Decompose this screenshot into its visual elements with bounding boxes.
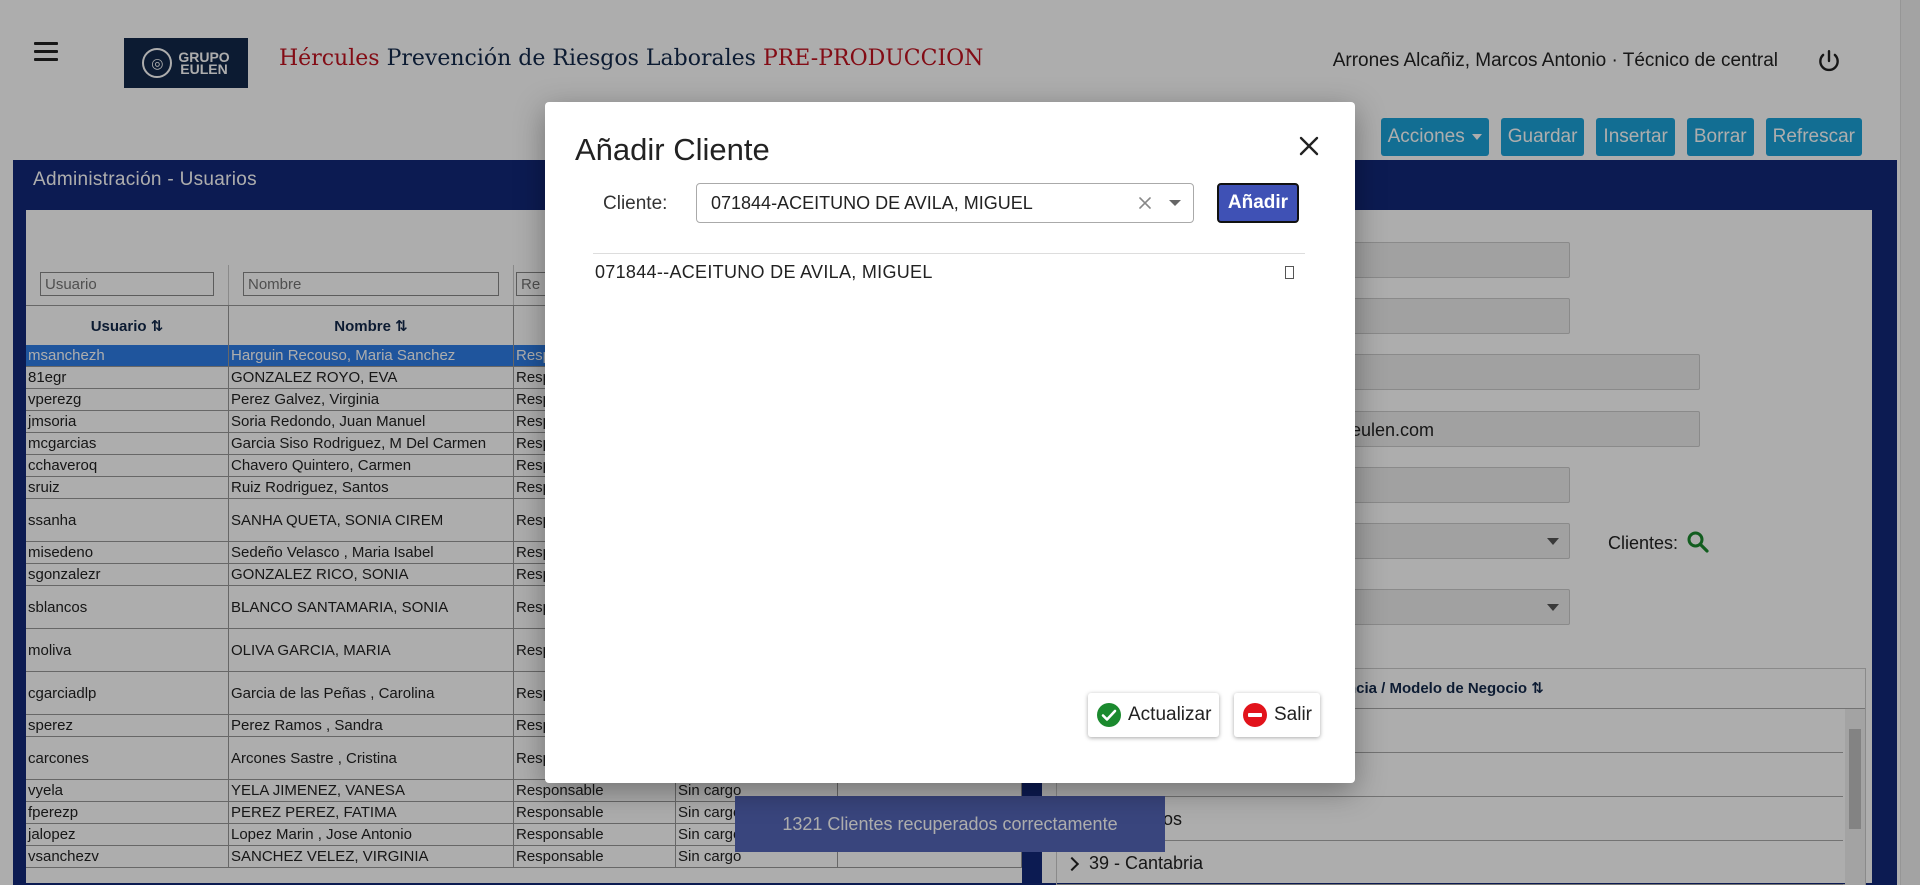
check-circle-icon bbox=[1097, 703, 1121, 727]
list-item: 071844--ACEITUNO DE AVILA, MIGUEL bbox=[593, 262, 1305, 292]
add-button[interactable]: Añadir bbox=[1217, 183, 1299, 223]
clear-icon[interactable] bbox=[1137, 195, 1153, 211]
actualizar-button[interactable]: Actualizar bbox=[1088, 693, 1220, 737]
cliente-select[interactable]: 071844-ACEITUNO DE AVILA, MIGUEL bbox=[696, 183, 1194, 223]
divider bbox=[593, 253, 1305, 254]
minus-circle-icon bbox=[1243, 703, 1267, 727]
chevron-down-icon[interactable] bbox=[1169, 200, 1181, 206]
salir-button[interactable]: Salir bbox=[1234, 693, 1321, 737]
client-name: 071844--ACEITUNO DE AVILA, MIGUEL bbox=[595, 262, 933, 282]
add-client-dialog: Añadir Cliente Cliente: 071844-ACEITUNO … bbox=[545, 102, 1355, 783]
client-checkbox[interactable] bbox=[1285, 266, 1294, 279]
dialog-title: Añadir Cliente bbox=[575, 132, 770, 167]
cliente-select-value: 071844-ACEITUNO DE AVILA, MIGUEL bbox=[711, 193, 1033, 213]
cliente-label: Cliente: bbox=[603, 193, 668, 214]
close-icon[interactable] bbox=[1297, 134, 1321, 158]
